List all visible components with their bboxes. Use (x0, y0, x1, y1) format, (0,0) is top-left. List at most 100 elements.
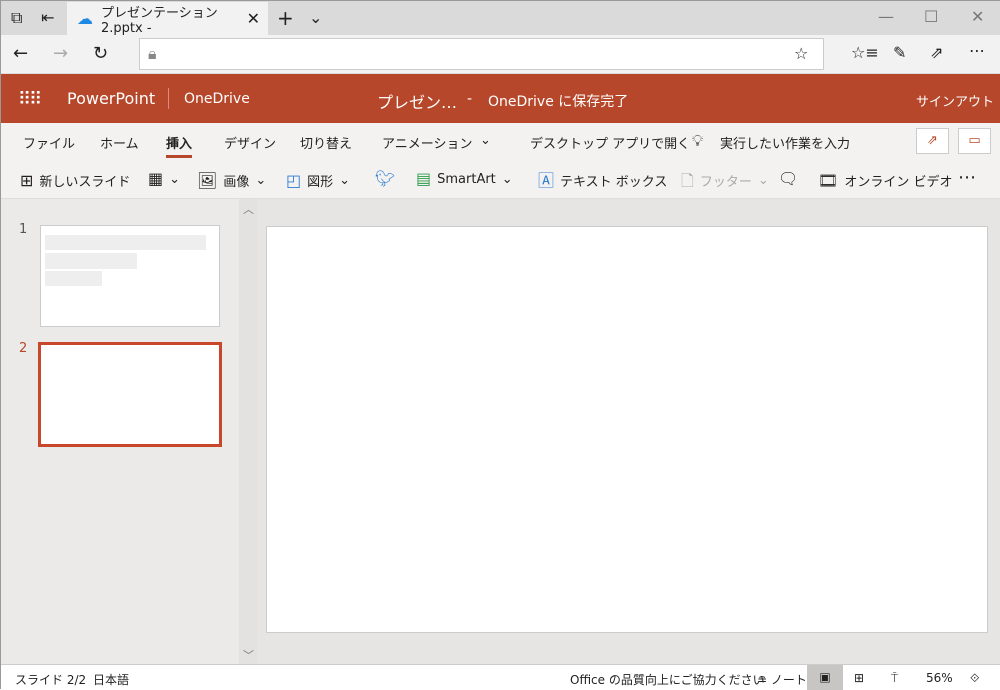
zoom-level[interactable]: 56% (926, 671, 953, 685)
app-name[interactable]: PowerPoint (67, 89, 155, 108)
shapes-label: 図形 (307, 175, 334, 190)
lock-icon: 🔒︎ (148, 44, 157, 63)
thumbnail-scrollbar[interactable]: ︿ ﹀ (239, 199, 257, 664)
favorite-star-icon[interactable]: ☆ (794, 46, 808, 62)
textbox-icon: 🄰 (538, 170, 555, 190)
browser-tab[interactable]: ☁ プレゼンテーション 2.pptx - ✕ (67, 2, 268, 36)
more-icon[interactable]: ⋯ (969, 43, 985, 59)
close-tab-icon[interactable]: ✕ (247, 10, 260, 27)
lightbulb-icon: 💡︎ (692, 131, 704, 150)
ribbon-commands: ⊞ 新しいスライド ▦ ⌄ 🖼︎ 画像 ⌄ ◰ 図形 ⌄ 🐦︎ ▤ SmartArt ⌄ 🄰 テキ… (1, 159, 1000, 199)
open-desktop-app[interactable]: デスクトップ アプリで開く (530, 133, 690, 152)
shapes-button[interactable]: ◰ 図形 ⌄ (286, 171, 350, 190)
smartart-button[interactable]: ▤ SmartArt ⌄ (416, 171, 513, 187)
tab-insert[interactable]: 挿入 (166, 133, 193, 158)
slide-canvas[interactable] (266, 226, 988, 633)
notes-button[interactable]: ≘ ノート (757, 671, 807, 688)
chevron-down-icon: ⌄ (757, 173, 769, 188)
new-slide-label: 新しいスライド (39, 175, 131, 190)
slide-sorter-icon[interactable]: ⊞ (854, 671, 864, 685)
chevron-down-icon: ⌄ (339, 173, 351, 188)
more-tabs-chevron-icon[interactable]: ⌄ (480, 133, 491, 148)
normal-view-icon[interactable]: ▣ (807, 665, 843, 690)
minimize-icon[interactable]: — (878, 9, 894, 25)
image-label: 画像 (223, 175, 250, 190)
share-icon[interactable]: ⇗ (930, 45, 943, 61)
online-video-button[interactable]: 🎞︎ オンライン ビデオ (818, 171, 952, 190)
address-input[interactable]: 🔒︎ ☆ (139, 38, 824, 70)
language[interactable]: 日本語 (93, 671, 129, 688)
tab-animations[interactable]: アニメーション (382, 133, 472, 152)
share-button[interactable]: ⇗ (916, 128, 949, 154)
fit-to-window-icon[interactable]: ⟐ (970, 671, 979, 686)
chevron-down-icon: ⌄ (169, 171, 181, 187)
slide-number: 2 (19, 341, 28, 356)
refresh-icon[interactable]: ↻ (93, 45, 108, 63)
tab-transitions[interactable]: 切り替え (300, 133, 352, 152)
app-launcher-icon[interactable]: ⠿⠿ (18, 89, 42, 110)
chevron-down-icon[interactable]: ⌄ (309, 10, 322, 26)
save-status: OneDrive に保存完了 (488, 94, 629, 110)
table-icon: ▦ (148, 169, 164, 188)
ribbon-tabs: ファイル ホーム 挿入 デザイン 切り替え アニメーション ⌄ デスクトップ ア… (1, 123, 1000, 159)
title-separator: - (467, 91, 473, 107)
shapes-icon: ◰ (286, 170, 302, 190)
icons-icon: 🐦︎ (375, 169, 396, 188)
new-comment-icon: 🗨︎ (778, 169, 799, 188)
new-tab-icon[interactable]: + (277, 8, 294, 28)
favorites-icon[interactable]: ☆≡ (851, 45, 879, 61)
scroll-up-icon[interactable]: ︿ (243, 201, 254, 217)
sign-out-link[interactable]: サインアウト (916, 91, 994, 110)
slide-number: 1 (19, 222, 28, 237)
back-icon[interactable]: ← (13, 45, 28, 63)
tab-design[interactable]: デザイン (224, 133, 276, 152)
onedrive-icon: ☁ (77, 8, 93, 28)
chevron-down-icon: ⌄ (255, 173, 267, 188)
forward-icon[interactable]: → (53, 45, 68, 63)
browser-tab-bar: ⧉ ⇤ ☁ プレゼンテーション 2.pptx - ✕ + ⌄ — ☐ ✕ (1, 1, 1000, 36)
slide-thumbnail-1[interactable] (40, 225, 220, 327)
new-comment-button[interactable]: 🗨︎ (778, 171, 798, 187)
image-icon: 🖼︎ (197, 170, 218, 190)
close-window-icon[interactable]: ✕ (971, 9, 984, 25)
status-bar: スライド 2/2 日本語 Office の品質向上にご協力ください ≘ ノート … (1, 664, 1000, 690)
new-slide-button[interactable]: ⊞ 新しいスライド (20, 171, 130, 190)
notes-icon: ≘ (757, 673, 771, 687)
image-button[interactable]: 🖼︎ 画像 ⌄ (197, 171, 266, 190)
textbox-button[interactable]: 🄰 テキスト ボックス (538, 171, 667, 190)
office-header: ⠿⠿ PowerPoint OneDrive プレゼン… - OneDrive … (1, 74, 1000, 123)
set-aside-icon[interactable]: ⇤ (41, 10, 54, 26)
icons-button[interactable]: 🐦︎ (375, 171, 395, 187)
footer-button[interactable]: 🗋 フッター ⌄ (681, 171, 769, 190)
thumbnail-image (45, 235, 206, 250)
presenter-view-icon[interactable]: ⍑ (891, 671, 898, 686)
tab-file[interactable]: ファイル (23, 133, 75, 152)
maximize-icon[interactable]: ☐ (924, 9, 938, 25)
tab-manager-icon[interactable]: ⧉ (11, 10, 22, 26)
notes-label: ノート (770, 673, 807, 687)
new-slide-icon: ⊞ (20, 170, 34, 190)
comments-button[interactable]: ▭ (958, 128, 991, 154)
slide-thumbnails-pane: 1 2 (1, 199, 239, 664)
smartart-icon: ▤ (416, 169, 432, 188)
feedback-link[interactable]: Office の品質向上にご協力ください (570, 671, 765, 688)
tab-home[interactable]: ホーム (100, 133, 139, 152)
footer-label: フッター (699, 175, 752, 190)
table-button[interactable]: ▦ ⌄ (148, 171, 180, 187)
slide-thumbnail-2[interactable] (38, 342, 222, 447)
scroll-down-icon[interactable]: ﹀ (243, 647, 254, 663)
footer-icon: 🗋 (681, 170, 694, 190)
chevron-down-icon: ⌄ (501, 171, 513, 187)
tell-me-input[interactable]: 実行したい作業を入力 (720, 133, 850, 152)
textbox-label: テキスト ボックス (560, 175, 668, 190)
slide-counter: スライド 2/2 (15, 673, 87, 687)
more-commands-icon[interactable]: ⋯ (958, 167, 976, 188)
onedrive-link[interactable]: OneDrive (184, 91, 250, 107)
tab-title: プレゼンテーション 2.pptx - (101, 5, 218, 36)
online-video-label: オンライン ビデオ (844, 175, 953, 190)
online-video-icon: 🎞︎ (818, 170, 839, 190)
document-title[interactable]: プレゼン… (377, 89, 457, 113)
address-bar-row: ← → ↻ 🔒︎ ☆ ☆≡ ✎ ⇗ ⋯ (1, 35, 1000, 74)
smartart-label: SmartArt (437, 171, 496, 187)
pen-icon[interactable]: ✎ (893, 45, 906, 61)
